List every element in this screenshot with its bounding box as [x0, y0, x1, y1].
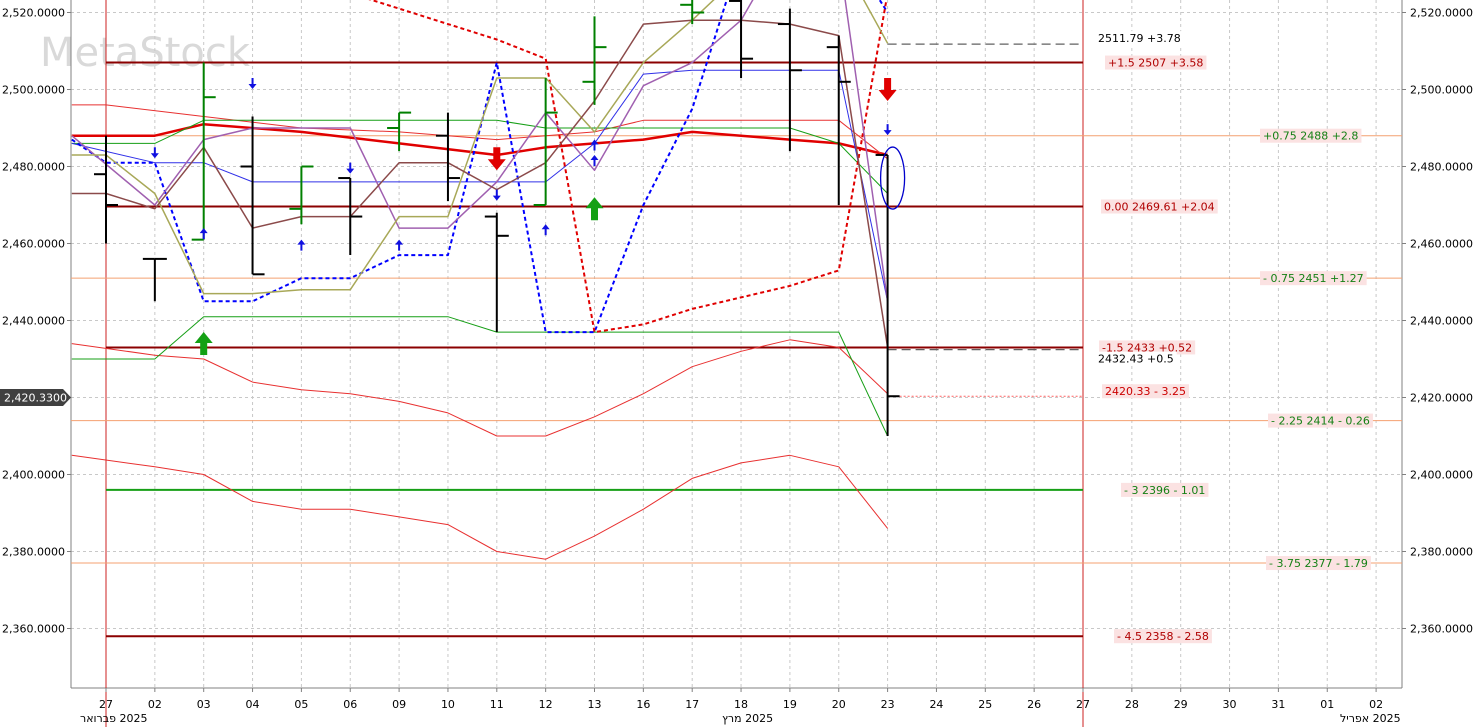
- date-tick-label: 20: [832, 698, 846, 711]
- right-tick-label: 2,360.0000: [1410, 623, 1473, 636]
- last-price-label: 2420.33 - 3.25: [1102, 384, 1189, 399]
- date-tick-label: 25: [978, 698, 992, 711]
- date-tick-label: 17: [685, 698, 699, 711]
- level-plus-0-75-label-text: +0.75 2488 +2.8: [1263, 130, 1358, 143]
- right-tick-label: 2,500.0000: [1410, 84, 1473, 97]
- right-tick-label: 2,460.0000: [1410, 238, 1473, 251]
- level-minus-3-75-label: - 3.75 2377 - 1.79: [1266, 556, 1371, 571]
- left-tick-label: 2,500.0000: [2, 84, 65, 97]
- date-tick-label: 27: [1076, 698, 1090, 711]
- date-tick-label: 18: [734, 698, 748, 711]
- left-tick-label: 2,460.0000: [2, 238, 65, 251]
- date-tick-label: 04: [246, 698, 260, 711]
- ref-2432-label-text: 2432.43 +0.5: [1098, 353, 1174, 366]
- current-price-marker: 2,420.3300: [0, 389, 71, 406]
- last-price-label-text: 2420.33 - 3.25: [1105, 385, 1186, 398]
- left-tick-label: 2,400.0000: [2, 469, 65, 482]
- level-minus-2-25-label-text: - 2.25 2414 - 0.26: [1271, 415, 1370, 428]
- right-tick-label: 2,520.0000: [1410, 7, 1473, 20]
- date-tick-label: 19: [783, 698, 797, 711]
- right-tick-label: 2,440.0000: [1410, 315, 1473, 328]
- level-minus-3-75-label-text: - 3.75 2377 - 1.79: [1269, 557, 1368, 570]
- watermark: MetaStock: [40, 30, 251, 76]
- date-tick-label: 02: [148, 698, 162, 711]
- date-tick-label: 13: [588, 698, 602, 711]
- date-tick-label: 29: [1174, 698, 1188, 711]
- date-tick-label: 10: [441, 698, 455, 711]
- right-tick-label: 2,400.0000: [1410, 469, 1473, 482]
- level-minus-4-5-label: - 4.5 2358 - 2.58: [1114, 629, 1212, 644]
- left-tick-label: 2,520.0000: [2, 7, 65, 20]
- date-tick-label: 28: [1125, 698, 1139, 711]
- date-tick-label: 27: [99, 698, 113, 711]
- level-zero-label: 0.00 2469.61 +2.04: [1101, 199, 1218, 214]
- left-tick-label: 2,440.0000: [2, 315, 65, 328]
- date-tick-label: 06: [343, 698, 357, 711]
- price-chart[interactable]: MetaStock +1.5 2507 +3.58 +0.75 2488 +2.8…: [0, 0, 1473, 727]
- right-tick-label: 2,380.0000: [1410, 546, 1473, 559]
- chart-root: MetaStock +1.5 2507 +3.58 +0.75 2488 +2.8…: [0, 0, 1473, 727]
- month-label: 2025 אפריל: [1340, 712, 1401, 725]
- date-tick-label: 12: [539, 698, 553, 711]
- current-price-label: 2,420.3300: [4, 392, 67, 405]
- level-minus-2-25-label: - 2.25 2414 - 0.26: [1268, 413, 1373, 428]
- level-plus-1-5-label: +1.5 2507 +3.58: [1105, 55, 1207, 70]
- ref-2511-label: 2511.79 +3.78: [1095, 31, 1184, 45]
- level-minus-4-5-label-text: - 4.5 2358 - 2.58: [1117, 630, 1209, 643]
- date-tick-label: 30: [1223, 698, 1237, 711]
- right-tick-label: 2,480.0000: [1410, 161, 1473, 174]
- level-minus-3-label-text: - 3 2396 - 1.01: [1124, 484, 1205, 497]
- level-minus-3-label: - 3 2396 - 1.01: [1121, 482, 1209, 497]
- month-label: 2025 פברואר: [80, 712, 148, 725]
- left-tick-label: 2,380.0000: [2, 546, 65, 559]
- level-plus-1-5-label-text: +1.5 2507 +3.58: [1108, 57, 1203, 70]
- left-tick-label: 2,480.0000: [2, 161, 65, 174]
- date-tick-label: 11: [490, 698, 504, 711]
- ref-2511-label-text: 2511.79 +3.78: [1098, 32, 1181, 45]
- date-tick-label: 01: [1320, 698, 1334, 711]
- left-tick-label: 2,360.0000: [2, 623, 65, 636]
- ref-2432-label: 2432.43 +0.5: [1095, 351, 1177, 366]
- date-tick-label: 09: [392, 698, 406, 711]
- level-zero-label-text: 0.00 2469.61 +2.04: [1104, 201, 1215, 214]
- date-tick-label: 26: [1027, 698, 1041, 711]
- level-plus-0-75-label: +0.75 2488 +2.8: [1260, 128, 1362, 143]
- right-tick-label: 2,420.0000: [1410, 392, 1473, 405]
- chart-background: [0, 0, 1473, 727]
- level-minus-0-75-label: - 0.75 2451 +1.27: [1260, 271, 1367, 286]
- date-tick-label: 05: [294, 698, 308, 711]
- date-tick-label: 23: [881, 698, 895, 711]
- date-tick-label: 31: [1271, 698, 1285, 711]
- level-minus-0-75-label-text: - 0.75 2451 +1.27: [1263, 272, 1364, 285]
- date-tick-label: 02: [1369, 698, 1383, 711]
- date-tick-label: 24: [929, 698, 943, 711]
- month-label: 2025 מרץ: [722, 712, 773, 725]
- date-tick-label: 16: [636, 698, 650, 711]
- date-tick-label: 03: [197, 698, 211, 711]
